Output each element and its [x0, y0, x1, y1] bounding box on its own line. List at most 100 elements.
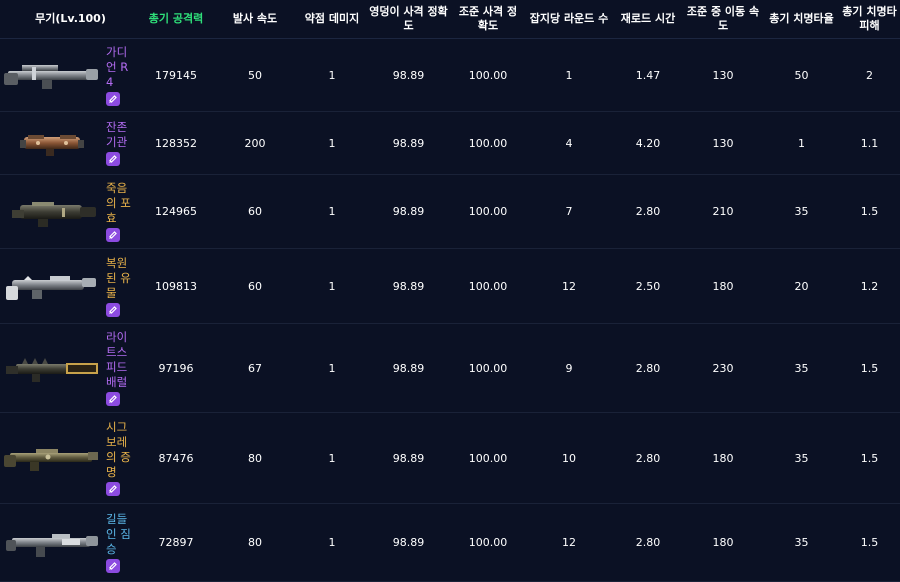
cell-hip-accuracy: 98.89	[365, 111, 452, 175]
cell-weak-point-damage: 1	[299, 323, 365, 413]
table-row[interactable]: 가디언 R4 179145 50 1 98.89 100.00 1 1.47 130 50 2	[0, 38, 900, 112]
cell-weak-point-damage: 1	[299, 174, 365, 249]
cell-magazine-rounds: 1	[524, 38, 614, 112]
cell-magazine-rounds: 7	[524, 174, 614, 249]
table-row[interactable]: 잔존 기관 128352 200 1 98.89 100.00 4 4.20 130 1 1.1	[0, 111, 900, 175]
cell-hip-accuracy: 98.89	[365, 174, 452, 249]
weapon-name-block: 죽음의 포효	[106, 181, 136, 242]
cell-attack: 87476	[141, 412, 211, 504]
cell-magazine-rounds: 12	[524, 248, 614, 324]
weapon-stats-table: 무기(Lv.100) 총기 공격력 발사 속도 약점 데미지 영덩이 사격 정확…	[0, 0, 900, 582]
weapon-cell[interactable]: 가디언 R4	[0, 38, 141, 112]
cell-fire-rate: 80	[211, 412, 299, 504]
cell-aim-accuracy: 100.00	[452, 503, 524, 582]
table-row[interactable]: 길들인 짐승 72897 80 1 98.89 100.00 12 2.80 180 35 1.5	[0, 503, 900, 582]
cell-hip-accuracy: 98.89	[365, 503, 452, 582]
cell-magazine-rounds: 12	[524, 503, 614, 582]
spiked-gun-icon	[6, 358, 98, 382]
cell-hip-accuracy: 98.89	[365, 38, 452, 112]
header-magazine-rounds[interactable]: 잡지당 라운드 수	[524, 0, 614, 39]
table-row[interactable]: 복원된 유물 109813 60 1 98.89 100.00 12 2.50 180 20 1.2	[0, 248, 900, 324]
tier-badge-icon	[106, 302, 120, 317]
cell-crit-rate: 35	[764, 323, 839, 413]
cell-fire-rate: 60	[211, 174, 299, 249]
cell-attack: 128352	[141, 111, 211, 175]
tier-badge-icon	[106, 152, 120, 166]
weapon-name-block: 복원된 유물	[106, 256, 136, 317]
weapon-name[interactable]: 시그보레의 증명	[106, 420, 134, 480]
weapon-name[interactable]: 복원된 유물	[106, 256, 134, 301]
tier-badge-icon	[106, 228, 120, 242]
cell-aim-accuracy: 100.00	[452, 111, 524, 175]
header-weapon[interactable]: 무기(Lv.100)	[0, 0, 141, 39]
weapon-cell[interactable]: 라이트스피드 배럴	[0, 323, 141, 413]
cell-aim-move-speed: 180	[682, 412, 764, 504]
cell-fire-rate: 60	[211, 248, 299, 324]
header-aim-move-speed[interactable]: 조준 중 이동 속도	[682, 0, 764, 39]
cell-fire-rate: 67	[211, 323, 299, 413]
cell-attack: 72897	[141, 503, 211, 582]
weapon-name-block: 길들인 짐승	[106, 512, 136, 573]
cell-hip-accuracy: 98.89	[365, 323, 452, 413]
header-attack[interactable]: 총기 공격력	[141, 0, 211, 39]
weapon-name[interactable]: 라이트스피드 배럴	[106, 330, 134, 390]
cell-crit-damage: 1.5	[839, 503, 900, 582]
header-reload-time[interactable]: 재로드 시간	[614, 0, 682, 39]
cell-weak-point-damage: 1	[299, 412, 365, 504]
cell-crit-rate: 50	[764, 38, 839, 112]
header-fire-rate[interactable]: 발사 속도	[211, 0, 299, 39]
header-crit-rate[interactable]: 총기 치명타율	[764, 0, 839, 39]
header-row: 무기(Lv.100) 총기 공격력 발사 속도 약점 데미지 영덩이 사격 정확…	[0, 0, 900, 39]
launcher-gun-icon	[12, 201, 96, 227]
header-crit-damage[interactable]: 총기 치명타 피해	[839, 0, 900, 39]
weapon-cell[interactable]: 시그보레의 증명	[0, 412, 141, 504]
header-hip-accuracy[interactable]: 영덩이 사격 정확도	[365, 0, 452, 39]
cell-crit-damage: 1.1	[839, 111, 900, 175]
cell-reload-time: 2.80	[614, 503, 682, 582]
weapon-name[interactable]: 죽음의 포효	[106, 181, 134, 226]
cell-aim-accuracy: 100.00	[452, 38, 524, 112]
weapon-cell[interactable]: 잔존 기관	[0, 111, 141, 175]
tier-badge-icon	[106, 91, 120, 106]
tier-badge-icon	[106, 559, 120, 573]
cell-magazine-rounds: 4	[524, 111, 614, 175]
cell-weak-point-damage: 1	[299, 38, 365, 112]
cell-aim-move-speed: 180	[682, 248, 764, 324]
cell-reload-time: 1.47	[614, 38, 682, 112]
weapon-cell[interactable]: 죽음의 포효	[0, 174, 141, 249]
cell-reload-time: 2.80	[614, 412, 682, 504]
weapon-name[interactable]: 길들인 짐승	[106, 512, 134, 557]
cell-attack: 109813	[141, 248, 211, 324]
beast-gun-icon	[6, 533, 98, 557]
cell-weak-point-damage: 1	[299, 111, 365, 175]
weapon-cell[interactable]: 복원된 유물	[0, 248, 141, 324]
header-weak-point-damage[interactable]: 약점 데미지	[299, 0, 365, 39]
weapon-info: 죽음의 포효	[2, 181, 141, 242]
table-row[interactable]: 라이트스피드 배럴 97196 67 1 98.89 100.00 9 2.80 230 35 1.…	[0, 323, 900, 413]
cell-aim-move-speed: 130	[682, 38, 764, 112]
weapon-info: 가디언 R4	[2, 45, 141, 106]
cell-crit-rate: 35	[764, 174, 839, 249]
long-gun-icon	[4, 449, 98, 471]
cell-magazine-rounds: 9	[524, 323, 614, 413]
cell-fire-rate: 50	[211, 38, 299, 112]
weapon-info: 시그보레의 증명	[2, 420, 141, 496]
weapon-cell[interactable]: 길들인 짐승	[0, 503, 141, 582]
header-aim-accuracy[interactable]: 조준 사격 정확도	[452, 0, 524, 39]
cell-hip-accuracy: 98.89	[365, 412, 452, 504]
weapon-name[interactable]: 잔존 기관	[106, 120, 134, 150]
cell-crit-damage: 1.2	[839, 248, 900, 324]
tier-badge-icon	[106, 392, 120, 406]
cell-aim-accuracy: 100.00	[452, 174, 524, 249]
cell-crit-rate: 20	[764, 248, 839, 324]
cell-hip-accuracy: 98.89	[365, 248, 452, 324]
table-row[interactable]: 죽음의 포효 124965 60 1 98.89 100.00 7 2.80 210 35 1.5	[0, 174, 900, 249]
weapon-info: 잔존 기관	[2, 120, 141, 166]
cell-crit-damage: 1.5	[839, 323, 900, 413]
cell-aim-move-speed: 230	[682, 323, 764, 413]
cell-reload-time: 2.50	[614, 248, 682, 324]
table-row[interactable]: 시그보레의 증명 87476 80 1 98.89 100.00 10 2.80 180 35 1.…	[0, 412, 900, 504]
cell-fire-rate: 200	[211, 111, 299, 175]
weapon-name[interactable]: 가디언 R4	[106, 45, 134, 90]
weapon-info: 길들인 짐승	[2, 512, 141, 573]
